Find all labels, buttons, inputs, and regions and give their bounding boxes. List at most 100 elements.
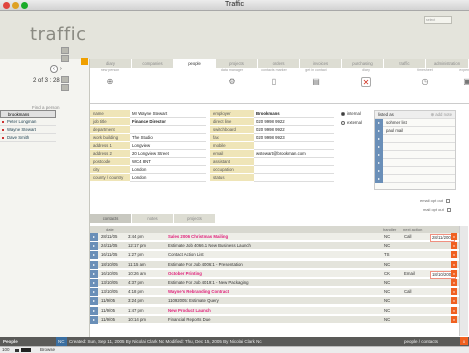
table-row[interactable]: ▸ 13/10/05 4:37 pm Estimate For Job 4019:1 … (90, 279, 459, 287)
arrow-icon[interactable]: ▸ (375, 143, 383, 151)
row-close-icon[interactable]: x (451, 260, 457, 268)
table-row[interactable]: ▸ 16/10/05 10:26 am October Printing CK Email… (90, 269, 459, 279)
footer-close-icon[interactable]: x (460, 337, 468, 345)
row-arrow-icon[interactable]: ▸ (90, 279, 98, 287)
radio-external[interactable]: external (341, 120, 362, 125)
row-arrow-icon[interactable]: ▸ (90, 306, 98, 315)
row-close-icon[interactable]: x (451, 306, 457, 314)
list-item[interactable]: Dave Smith (0, 134, 56, 142)
field-value[interactable] (254, 166, 334, 174)
close-tool[interactable]: diary ✕ (348, 68, 384, 87)
new-record-button[interactable] (81, 58, 88, 65)
row-arrow-icon[interactable]: ▸ (90, 297, 98, 306)
zoom-slider-icon[interactable] (21, 348, 31, 352)
row-close-icon[interactable]: x (451, 315, 457, 323)
table-row[interactable]: ▸ 24/11/05 12:17 pm Estimate Job 4066.1 New… (90, 242, 459, 251)
tab-purchasing[interactable]: purchasing (342, 59, 384, 68)
row-arrow-icon[interactable]: ▸ (90, 251, 98, 260)
field-value[interactable]: wstewart@brookman.com (254, 150, 334, 158)
field-value[interactable] (130, 126, 206, 134)
folder-tool[interactable]: expenses ▣ (449, 68, 469, 87)
tab-traffic[interactable]: traffic (384, 59, 426, 68)
record-nav-next-icon[interactable]: › (60, 66, 66, 72)
row-arrow-icon[interactable]: ▸ (90, 233, 98, 241)
field-value[interactable]: The Studio (130, 134, 206, 142)
list-item[interactable]: brookmans (0, 110, 56, 118)
field-value[interactable] (254, 174, 334, 182)
field-value[interactable] (254, 142, 334, 150)
row-close-icon[interactable]: x (451, 251, 457, 259)
gear-tool[interactable]: data manager ⚙ (214, 68, 250, 87)
record-nav-prev-icon[interactable]: ‹ (50, 65, 58, 73)
nav-up-button[interactable] (61, 47, 69, 54)
tab-administration[interactable]: administration (426, 59, 469, 68)
arrow-icon[interactable]: ▸ (375, 151, 383, 159)
marker-tool[interactable]: contacts marker ▯ (256, 68, 292, 87)
plus-tool[interactable]: new person ⊕ (92, 68, 128, 87)
field-value[interactable] (254, 158, 334, 166)
row-close-icon[interactable]: x (451, 233, 457, 240)
field-value[interactable]: WC4 8NT (130, 158, 206, 166)
list-item[interactable]: Wayne Stewart (0, 126, 56, 134)
linked-row[interactable]: ▸ (375, 159, 455, 167)
table-row[interactable]: ▸ 13/10/05 4:18 pm Wayne's Rebranding Contr… (90, 288, 459, 297)
arrow-icon[interactable]: ▸ (375, 175, 383, 183)
field-value[interactable]: 020 9998 9922 (254, 118, 334, 126)
row-close-icon[interactable]: x (451, 279, 457, 286)
row-close-icon[interactable]: x (451, 269, 457, 277)
linked-row[interactable]: ▸ sohmer list (375, 119, 455, 127)
tab-people[interactable]: people (174, 59, 216, 68)
email-opt-out[interactable]: email opt out (420, 198, 450, 203)
mail-opt-out-checkbox[interactable] (446, 207, 451, 212)
zoom-level[interactable]: 100 (2, 347, 10, 353)
subtab-projects[interactable]: projects (174, 214, 216, 223)
clock-tool[interactable]: timesheet ◷ (407, 68, 443, 87)
field-value[interactable]: 020 9998 9923 (254, 134, 334, 142)
arrow-icon[interactable]: ▸ (375, 119, 383, 127)
field-value[interactable]: Finance Director (130, 118, 206, 126)
nav-down-button[interactable] (61, 55, 69, 62)
arrow-icon[interactable]: ▸ (375, 167, 383, 175)
browse-mode[interactable]: Browse (40, 347, 55, 353)
table-row[interactable]: ▸ 11/9/05 10:14 pm Financial Reports Due NC x (90, 315, 459, 324)
table-row[interactable]: ▸ 11/9/05 1:47 pm New Product Launch NC x (90, 306, 459, 315)
tab-orders[interactable]: orders (258, 59, 300, 68)
field-value[interactable]: 020 9998 9922 (254, 126, 334, 134)
subtab-notes[interactable]: notes (132, 214, 174, 223)
list-item[interactable]: Peter Longman (0, 118, 56, 126)
field-value[interactable]: London (130, 174, 206, 182)
arrow-icon[interactable]: ▸ (375, 127, 383, 135)
nav-last-button[interactable] (61, 84, 69, 91)
row-arrow-icon[interactable]: ▸ (90, 315, 98, 324)
row-arrow-icon[interactable]: ▸ (90, 242, 98, 251)
linked-row[interactable]: ▸ (375, 167, 455, 175)
tab-diary[interactable]: diary (90, 59, 132, 68)
field-value[interactable]: London (130, 166, 206, 174)
row-close-icon[interactable]: x (451, 288, 457, 296)
row-arrow-icon[interactable]: ▸ (90, 288, 98, 297)
nav-first-button[interactable] (61, 76, 69, 83)
tab-companies[interactable]: companies (132, 59, 174, 68)
row-close-icon[interactable]: x (451, 297, 457, 305)
subtab-contacts[interactable]: contacts (90, 214, 132, 223)
linked-row[interactable]: ▸ (375, 135, 455, 143)
table-row[interactable]: ▸ 28/11/05 3:44 pm Sales 2006 Christmas Mai… (90, 233, 459, 242)
zoom-out-icon[interactable] (15, 349, 19, 352)
row-arrow-icon[interactable]: ▸ (90, 260, 98, 269)
arrow-icon[interactable]: ▸ (375, 159, 383, 167)
linked-row[interactable]: ▸ (375, 143, 455, 151)
radio-internal[interactable]: internal (341, 111, 361, 116)
tab-projects[interactable]: projects (216, 59, 258, 68)
arrow-icon[interactable]: ▸ (375, 135, 383, 143)
row-close-icon[interactable]: x (451, 242, 457, 250)
tab-invoices[interactable]: invoices (300, 59, 342, 68)
add-note-button[interactable]: ⊕ add note (430, 111, 452, 119)
row-arrow-icon[interactable]: ▸ (90, 269, 98, 278)
linked-row[interactable]: ▸ (375, 175, 455, 183)
table-row[interactable]: ▸ 18/10/05 11:15 am Estimate For Job 4006:1… (90, 260, 459, 269)
field-value[interactable]: Brookmans (254, 110, 334, 118)
document-tool[interactable]: get in contact ▤ (298, 68, 334, 87)
field-value[interactable]: Longview (130, 142, 206, 150)
table-row[interactable]: ▸ 16/11/05 1:27 pm Contact Action List TS x (90, 251, 459, 260)
table-row[interactable]: ▸ 11/9/05 3:24 pm 11092005: Estimate Query N… (90, 297, 459, 306)
